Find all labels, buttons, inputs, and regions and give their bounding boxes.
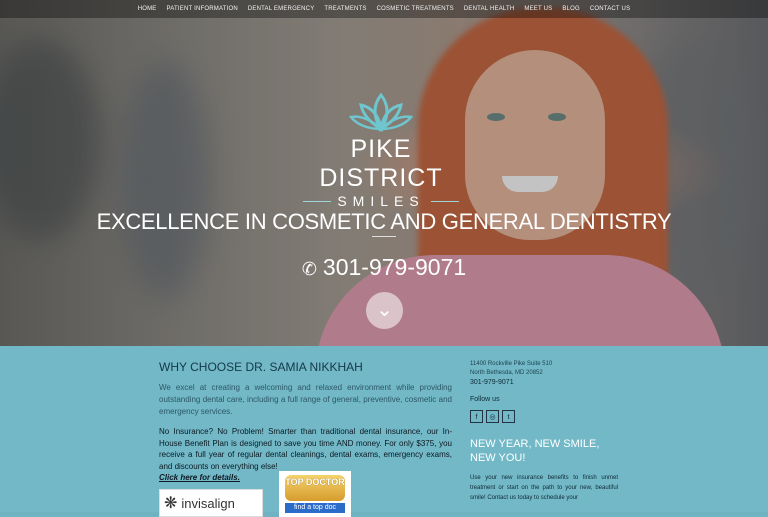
invisalign-label: invisalign [181, 495, 235, 511]
why-choose-column: WHY CHOOSE DR. SAMIA NIKKHAH We excel at… [159, 360, 452, 484]
contact-column: 11400 Rockville Pike Suite 510 North Bet… [470, 360, 618, 503]
site-logo[interactable]: PIKE DISTRICT SMILES [296, 93, 466, 209]
scroll-down-button[interactable]: ⌄ [366, 292, 403, 329]
logo-rule [430, 200, 459, 202]
facebook-icon[interactable]: f [470, 410, 483, 423]
promo-heading: NEW YEAR, NEW SMILE, NEW YOU! [470, 438, 600, 464]
hero-phone[interactable]: ✆ 301-979-9071 [0, 254, 768, 281]
nav-patient-information[interactable]: PATIENT INFORMATION [167, 0, 238, 18]
insurance-text: No Insurance? No Problem! Smarter than t… [159, 427, 452, 471]
address-line-1: 11400 Rockville Pike Suite 510 [470, 361, 553, 367]
follow-us-label: Follow us [470, 396, 500, 403]
phone-icon: ✆ [301, 259, 317, 279]
chevron-down-icon: ⌄ [376, 299, 393, 321]
top-doctor-badge[interactable]: TOP DOCTOR find a top doc [279, 471, 351, 517]
nav-home[interactable]: HOME [138, 0, 157, 18]
twitter-icon[interactable]: t [502, 410, 515, 423]
nav-dental-emergency[interactable]: DENTAL EMERGENCY [248, 0, 315, 18]
tagline-divider [372, 236, 396, 237]
why-choose-heading: WHY CHOOSE DR. SAMIA NIKKHAH [159, 360, 363, 374]
contact-phone[interactable]: 301-979-9071 [470, 379, 618, 386]
nav-blog[interactable]: BLOG [562, 0, 579, 18]
logo-rule [303, 200, 332, 202]
nav-cosmetic-treatments[interactable]: COSMETIC TREATMENTS [377, 0, 454, 18]
invisalign-badge[interactable]: ❋ invisalign [159, 489, 263, 517]
instagram-icon[interactable]: ◎ [486, 410, 499, 423]
logo-subtitle-row: SMILES [296, 193, 466, 209]
nav-meet-us[interactable]: MEET US [524, 0, 552, 18]
invisalign-star-icon: ❋ [164, 495, 178, 512]
details-link[interactable]: Click here for details. [159, 473, 240, 482]
hero-phone-number: 301-979-9071 [322, 254, 467, 280]
social-links: f ◎ t [470, 410, 618, 423]
hero-tagline: EXCELLENCE IN COSMETIC AND GENERAL DENTI… [96, 209, 672, 234]
logo-subtitle: SMILES [337, 193, 425, 209]
logo-title: PIKE DISTRICT [319, 135, 443, 192]
main-nav: HOME PATIENT INFORMATION DENTAL EMERGENC… [0, 0, 768, 18]
promo-text: Use your new insurance benefits to finis… [470, 475, 618, 501]
content-section: WHY CHOOSE DR. SAMIA NIKKHAH We excel at… [0, 346, 768, 517]
nav-treatments[interactable]: TREATMENTS [324, 0, 366, 18]
top-doctor-label: TOP DOCTOR [285, 475, 345, 501]
address-line-2: North Bethesda, MD 20852 [470, 370, 543, 376]
nav-contact-us[interactable]: CONTACT US [590, 0, 630, 18]
lotus-icon [349, 93, 413, 132]
hero-banner: HOME PATIENT INFORMATION DENTAL EMERGENC… [0, 0, 768, 346]
intro-paragraph: We excel at creating a welcoming and rel… [159, 383, 452, 416]
nav-dental-health[interactable]: DENTAL HEALTH [464, 0, 515, 18]
